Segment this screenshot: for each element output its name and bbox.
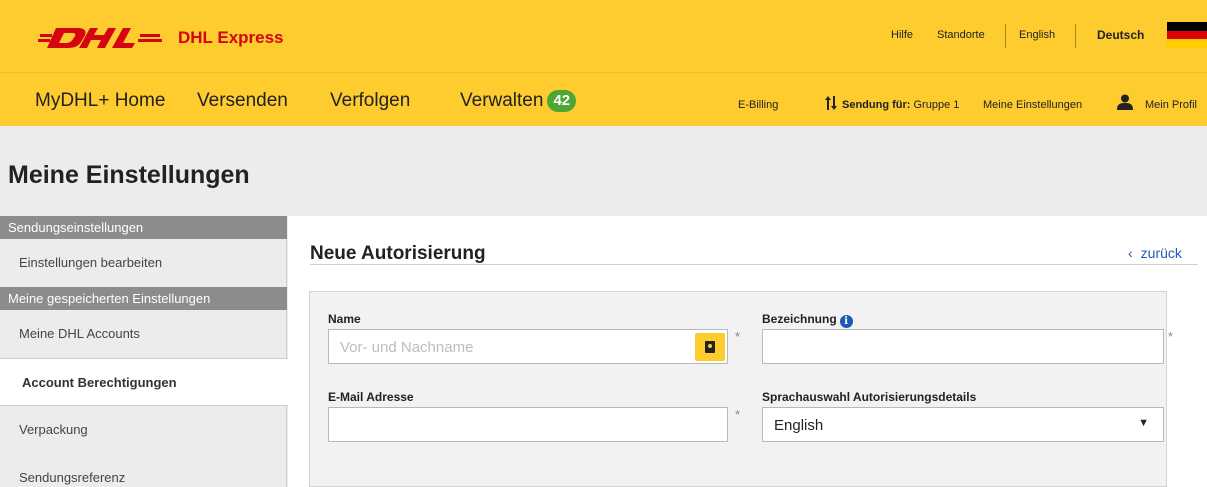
- page-title: Meine Einstellungen: [8, 161, 250, 189]
- designation-label-group: Bezeichnung i: [762, 312, 853, 328]
- user-icon: [1117, 94, 1133, 110]
- shipment-for-label: Sendung für:: [842, 99, 911, 111]
- sidebar-item-dhl-accounts[interactable]: Meine DHL Accounts: [0, 310, 287, 358]
- switch-arrows-icon: [825, 96, 837, 110]
- sidebar-heading-saved-settings: Meine gespeicherten Einstellungen: [0, 287, 287, 310]
- name-input[interactable]: Vor- und Nachname: [328, 329, 728, 364]
- help-link[interactable]: Hilfe: [891, 29, 913, 41]
- sidebar-item-packaging[interactable]: Verpackung: [0, 406, 287, 454]
- language-german-link[interactable]: Deutsch: [1097, 28, 1144, 42]
- german-flag-icon[interactable]: [1167, 22, 1207, 48]
- name-placeholder: Vor- und Nachname: [340, 339, 474, 356]
- authorization-form: Name Vor- und Nachname * Bezeichnung i * …: [309, 291, 1173, 487]
- email-label: E-Mail Adresse: [328, 390, 414, 404]
- shipment-for-value: Gruppe 1: [913, 99, 960, 111]
- language-select[interactable]: English ▼: [762, 407, 1164, 442]
- shipment-for-selector[interactable]: Sendung für: Gruppe 1: [842, 99, 959, 111]
- name-label: Name: [328, 312, 361, 326]
- main-nav-bar: MyDHL+ Home Versenden Verfolgen Verwalte…: [0, 72, 1207, 126]
- info-icon[interactable]: i: [839, 315, 853, 328]
- email-input[interactable]: [328, 407, 728, 442]
- main-content-panel: Neue Autorisierung ‹ zurück Name Vor- und…: [288, 216, 1207, 487]
- required-asterisk: *: [1168, 329, 1174, 344]
- sidebar-item-account-permissions[interactable]: Account Berechtigungen: [0, 358, 288, 406]
- nav-home[interactable]: MyDHL+ Home: [35, 90, 165, 112]
- designation-input[interactable]: [762, 329, 1164, 364]
- title-divider: [310, 264, 1198, 265]
- chevron-left-icon: ‹: [1128, 245, 1133, 261]
- locations-link[interactable]: Standorte: [937, 29, 985, 41]
- nav-ship[interactable]: Versenden: [197, 90, 288, 112]
- address-book-icon: [705, 341, 715, 353]
- language-selected-value: English: [774, 417, 824, 434]
- nav-manage[interactable]: Verwalten 42: [460, 90, 577, 112]
- required-asterisk: *: [735, 329, 741, 344]
- language-english-link[interactable]: English: [1019, 29, 1055, 41]
- sidebar-item-edit-settings[interactable]: Einstellungen bearbeiten: [0, 239, 287, 287]
- e-billing-link[interactable]: E-Billing: [738, 99, 778, 111]
- required-asterisk: *: [735, 407, 741, 422]
- util-divider: [1075, 24, 1076, 48]
- back-link[interactable]: ‹ zurück: [1128, 245, 1182, 261]
- my-settings-link[interactable]: Meine Einstellungen: [983, 99, 1082, 111]
- nav-manage-label: Verwalten: [460, 90, 544, 111]
- manage-count-badge: 42: [547, 90, 577, 112]
- back-link-label: zurück: [1140, 245, 1182, 261]
- brand-name: DHL Express: [178, 28, 284, 47]
- form-title: Neue Autorisierung: [310, 243, 486, 264]
- sidebar-heading-shipment-settings: Sendungseinstellungen: [0, 216, 287, 239]
- my-profile-link[interactable]: Mein Profil: [1145, 99, 1197, 111]
- language-label: Sprachauswahl Autorisierungsdetails: [762, 390, 977, 404]
- dhl-logo[interactable]: [38, 24, 162, 50]
- nav-track[interactable]: Verfolgen: [330, 90, 410, 112]
- designation-label: Bezeichnung: [762, 312, 837, 326]
- dropdown-caret-icon: ▼: [1138, 417, 1149, 429]
- sidebar-item-shipment-reference[interactable]: Sendungsreferenz: [0, 454, 287, 487]
- settings-sidebar: Sendungseinstellungen Einstellungen bear…: [0, 216, 288, 487]
- top-header-bar: DHL Express Hilfe Standorte English Deut…: [0, 0, 1207, 72]
- util-divider: [1005, 24, 1006, 48]
- address-book-button[interactable]: [695, 333, 725, 361]
